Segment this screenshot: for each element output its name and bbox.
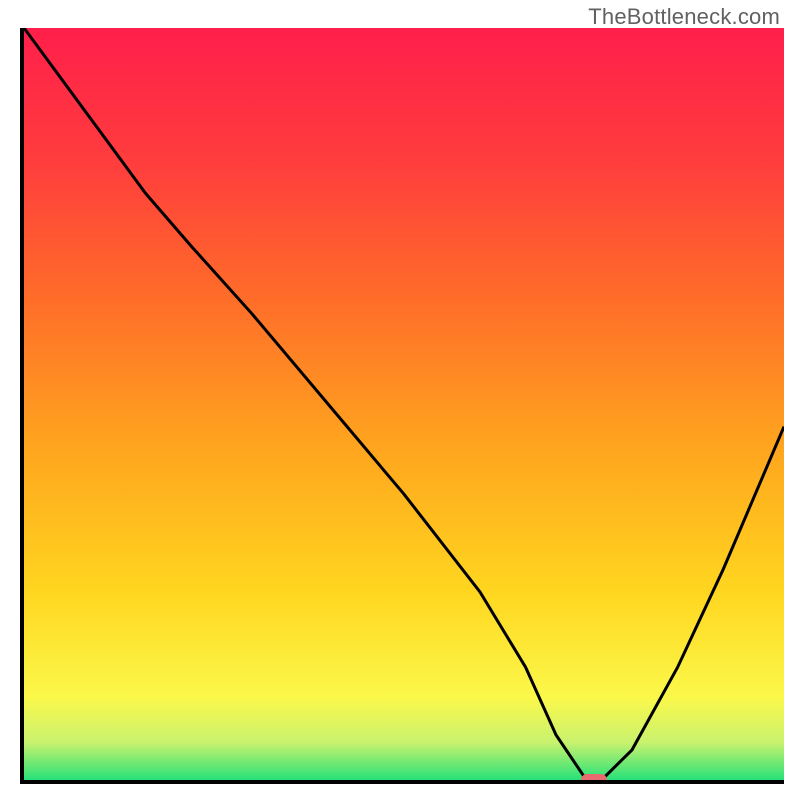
chart-container: TheBottleneck.com [0,0,800,800]
plot-area [20,28,784,784]
optimum-marker [581,774,607,784]
gradient-background [24,28,784,780]
watermark-text: TheBottleneck.com [588,4,780,30]
